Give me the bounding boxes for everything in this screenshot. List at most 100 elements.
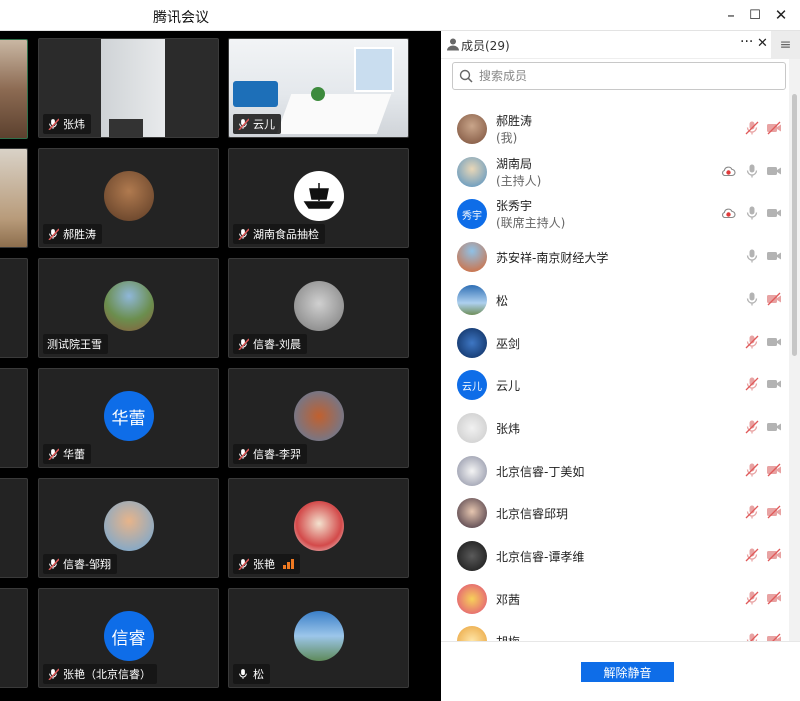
member-row[interactable]: 苏安祥-南京财经大学 xyxy=(441,236,788,278)
members-panel-header: 成员(29) ··· ✕ ≡ xyxy=(441,31,800,59)
video-tile-partial[interactable] xyxy=(0,148,28,248)
unmute-button[interactable]: 解除静音 xyxy=(581,662,674,682)
member-name: 湖南局 xyxy=(496,156,533,171)
mic-muted-icon[interactable] xyxy=(744,376,760,392)
cloud-record-icon[interactable] xyxy=(720,163,736,179)
mic-muted-icon[interactable] xyxy=(744,334,760,350)
mic-muted-icon[interactable] xyxy=(744,590,760,606)
members-panel-footer: 解除静音 xyxy=(441,641,800,701)
mic-muted-icon[interactable] xyxy=(744,462,760,478)
camera-icon[interactable] xyxy=(766,205,782,221)
member-name: 胡梅 xyxy=(496,633,520,641)
mic-icon[interactable] xyxy=(744,163,760,179)
camera-icon[interactable] xyxy=(766,163,782,179)
scrollbar-thumb[interactable] xyxy=(792,94,797,356)
mic-icon[interactable] xyxy=(744,248,760,264)
video-tile[interactable]: 张艳 xyxy=(228,478,409,578)
video-tile-partial[interactable] xyxy=(0,39,28,139)
camera-off-icon[interactable] xyxy=(766,632,782,641)
mic-muted-icon xyxy=(48,118,59,130)
member-row[interactable]: 云儿 云儿 xyxy=(441,364,788,406)
mic-muted-icon xyxy=(238,558,249,570)
menu-icon: ≡ xyxy=(779,37,792,53)
video-tile[interactable]: 华蕾 华蕾 xyxy=(38,368,219,468)
member-avatar: 云儿 xyxy=(457,370,487,401)
cloud-record-icon[interactable] xyxy=(720,205,736,221)
more-options-icon[interactable]: ··· xyxy=(740,34,753,50)
close-icon: ✕ xyxy=(774,6,788,24)
member-row[interactable]: 张炜 xyxy=(441,407,788,449)
member-row[interactable]: 松 xyxy=(441,279,788,321)
camera-off-icon[interactable] xyxy=(766,120,782,136)
mic-muted-icon[interactable] xyxy=(744,547,760,563)
video-tile-partial[interactable] xyxy=(0,478,28,578)
ship-logo-icon xyxy=(303,183,334,209)
camera-off-icon[interactable] xyxy=(766,462,782,478)
camera-icon[interactable] xyxy=(766,376,782,392)
member-list: 郝胜涛 (我) 湖南局 (主持人) 秀宇 张秀宇 (联席主持人) 苏安祥-南京财经大学松巫剑云… xyxy=(441,108,788,641)
video-tile[interactable]: 信睿-李羿 xyxy=(228,368,409,468)
video-tile[interactable]: 张炜 xyxy=(38,38,219,138)
mic-icon[interactable] xyxy=(744,205,760,221)
participant-avatar xyxy=(103,281,154,331)
mic-muted-icon xyxy=(238,228,249,240)
mic-muted-icon xyxy=(48,228,59,240)
video-tile[interactable]: 郝胜涛 xyxy=(38,148,219,248)
camera-off-icon[interactable] xyxy=(766,547,782,563)
video-tile[interactable]: 测试院王雪 xyxy=(38,258,219,358)
camera-off-icon[interactable] xyxy=(766,504,782,520)
member-role: (我) xyxy=(496,131,518,145)
camera-off-icon[interactable] xyxy=(766,590,782,606)
member-name: 北京信睿邱玥 xyxy=(496,507,569,522)
mic-muted-icon xyxy=(238,448,249,460)
member-row[interactable]: 北京信睿-谭孝维 xyxy=(441,535,788,577)
camera-off-icon[interactable] xyxy=(766,291,782,307)
member-list-scrollbar[interactable] xyxy=(789,59,800,641)
member-name: 北京信睿-谭孝维 xyxy=(496,550,585,564)
member-row[interactable]: 湖南局 (主持人) xyxy=(441,151,788,193)
participant-label: 测试院王雪 xyxy=(43,334,108,354)
mic-muted-icon[interactable] xyxy=(744,504,760,520)
mic-muted-icon[interactable] xyxy=(744,419,760,435)
video-tile-partial[interactable] xyxy=(0,258,28,358)
window-title: 腾讯会议 xyxy=(153,10,209,26)
participant-avatar xyxy=(293,501,344,551)
video-tile[interactable]: 湖南食品抽检 xyxy=(228,148,409,248)
member-row[interactable]: 北京信睿-丁美如 xyxy=(441,450,788,492)
participant-name: 云儿 xyxy=(253,118,275,131)
minimize-icon: – xyxy=(727,6,735,24)
member-row[interactable]: 巫剑 xyxy=(441,322,788,364)
member-row[interactable]: 秀宇 张秀宇 (联席主持人) xyxy=(441,193,788,235)
mic-icon[interactable] xyxy=(744,291,760,307)
member-row[interactable]: 胡梅 xyxy=(441,620,788,641)
member-row[interactable]: 北京信睿邱玥 xyxy=(441,492,788,534)
mic-muted-icon[interactable] xyxy=(744,632,760,641)
close-window-button[interactable]: ✕ xyxy=(768,4,794,26)
member-row[interactable]: 邓茜 xyxy=(441,578,788,620)
video-tile[interactable]: 云儿 xyxy=(228,38,409,138)
participant-label: 信睿-李羿 xyxy=(233,444,307,464)
video-tile-partial[interactable] xyxy=(0,588,28,688)
participant-avatar: 华蕾 xyxy=(103,391,154,441)
member-name: 云儿 xyxy=(496,379,521,394)
video-tile[interactable]: 松 xyxy=(228,588,409,688)
member-search-input[interactable] xyxy=(479,69,759,83)
close-panel-icon[interactable]: ✕ xyxy=(757,36,768,51)
member-row[interactable]: 郝胜涛 (我) xyxy=(441,108,788,150)
member-avatar xyxy=(457,498,487,529)
camera-icon[interactable] xyxy=(766,419,782,435)
video-tile[interactable]: 信睿-邹翔 xyxy=(38,478,219,578)
video-tile-partial[interactable] xyxy=(0,368,28,468)
member-search-box[interactable] xyxy=(452,62,786,90)
video-tile[interactable]: 信睿-刘晨 xyxy=(228,258,409,358)
maximize-button[interactable]: ☐ xyxy=(742,4,768,26)
camera-icon[interactable] xyxy=(766,248,782,264)
mic-muted-icon[interactable] xyxy=(744,120,760,136)
mic-muted-icon xyxy=(48,668,59,680)
minimize-button[interactable]: – xyxy=(718,4,744,26)
participant-name: 张艳 xyxy=(253,558,275,571)
participant-name: 华蕾 xyxy=(63,448,85,461)
video-tile[interactable]: 信睿 张艳（北京信睿） xyxy=(38,588,219,688)
menu-button[interactable]: ≡ xyxy=(771,31,800,59)
camera-icon[interactable] xyxy=(766,334,782,350)
